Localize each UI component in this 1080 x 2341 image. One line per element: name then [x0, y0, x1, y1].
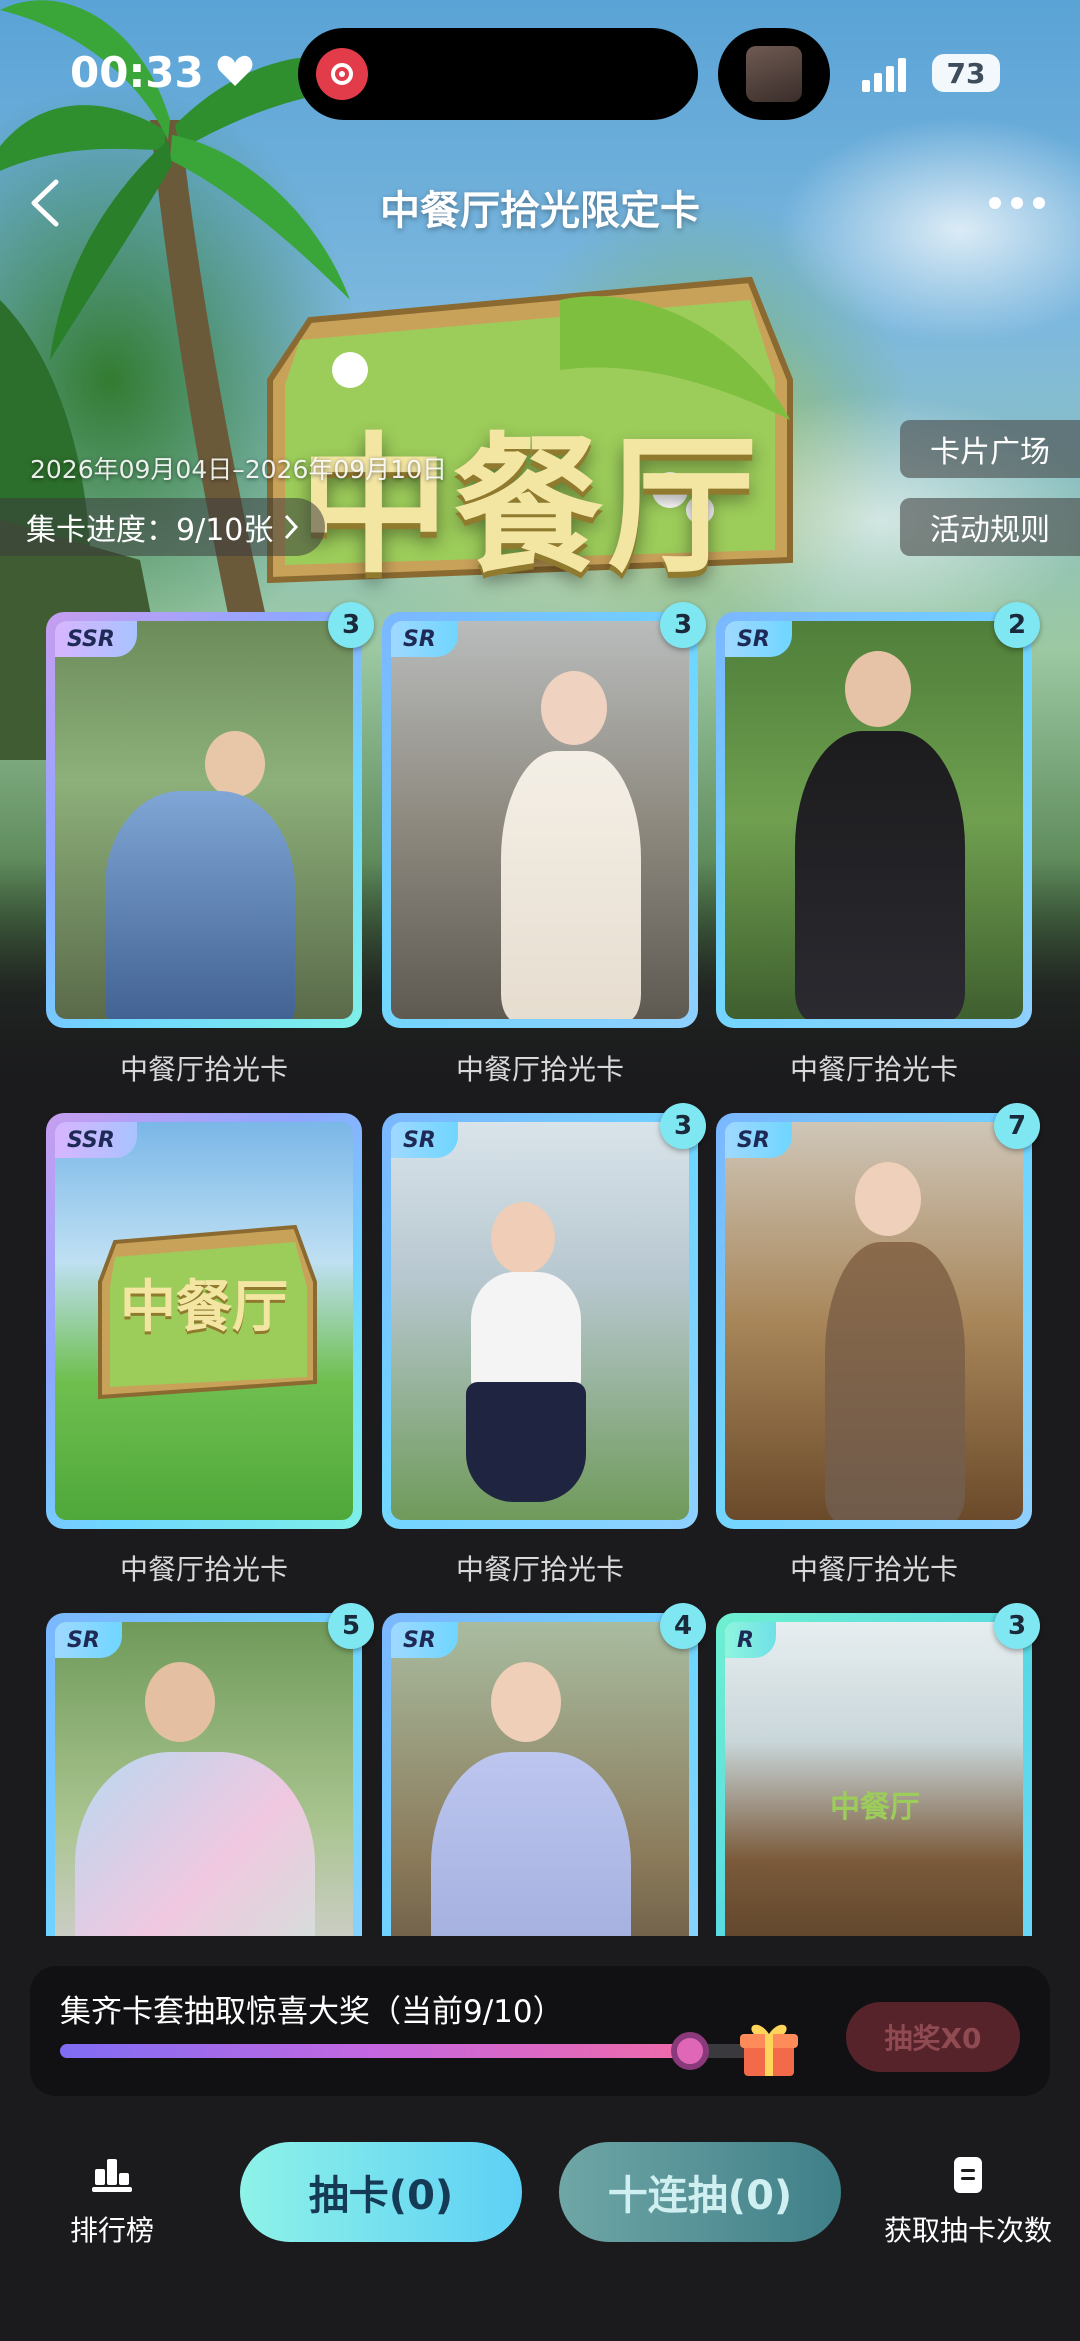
person-head: [205, 731, 265, 797]
card-8-art: SR: [391, 1622, 689, 1936]
leaderboard-label: 排行榜: [70, 2214, 155, 2247]
card-name: 中餐厅拾光卡: [119, 1053, 288, 1086]
rarity-tag: SR: [391, 1122, 458, 1158]
rarity-tag: SSR: [55, 621, 137, 657]
card-count-badge: 2: [994, 602, 1040, 648]
draw-card-button[interactable]: 抽卡(0): [240, 2142, 522, 2242]
card-4[interactable]: 中餐厅 SSR: [46, 1113, 362, 1529]
card-2-art: SR: [391, 621, 689, 1019]
leaderboard-icon: [92, 2159, 132, 2192]
rarity-tag: SR: [725, 1122, 792, 1158]
card-square-button[interactable]: 卡片广场: [900, 420, 1080, 478]
prize-progress-knob: [671, 2032, 709, 2070]
card-name: 中餐厅拾光卡: [119, 1553, 288, 1586]
gift-icon: [740, 2024, 798, 2076]
signal-icon: [862, 58, 906, 92]
rarity-tag: SR: [55, 1622, 122, 1658]
card-name: 中餐厅拾光卡: [455, 1053, 624, 1086]
rarity-tag: SSR: [55, 1122, 137, 1158]
card-9[interactable]: 中餐厅 R: [716, 1613, 1032, 1936]
hero-logo-text: 中餐厅: [298, 418, 761, 594]
card-6-art: SR: [725, 1122, 1023, 1520]
person-body: [795, 731, 965, 1019]
prize-progress-track: [60, 2032, 760, 2070]
card-count-badge: 5: [328, 1603, 374, 1649]
card-7[interactable]: SR: [46, 1613, 362, 1936]
rarity-tag: SR: [391, 1622, 458, 1658]
collection-progress-button[interactable]: 集卡进度：9/10张: [0, 498, 326, 556]
person-body: [75, 1752, 315, 1936]
rules-button[interactable]: 活动规则: [900, 498, 1080, 556]
rarity-tag: SR: [391, 621, 458, 657]
card-count-badge: 3: [660, 602, 706, 648]
logo-text: 中餐厅: [120, 1274, 288, 1340]
collection-progress-label: 集卡进度：9/10张: [26, 513, 274, 548]
prize-description: 集齐卡套抽取惊喜大奖（当前9/10）: [60, 1994, 564, 2030]
card-1-art: SSR: [55, 621, 353, 1019]
person-head: [541, 671, 607, 745]
card-count-badge: 7: [994, 1103, 1040, 1149]
card-5[interactable]: SR: [382, 1113, 698, 1529]
person-head: [145, 1662, 215, 1742]
person-skirt: [466, 1382, 586, 1502]
card-6[interactable]: SR: [716, 1113, 1032, 1529]
get-draws-nav[interactable]: 获取抽卡次数: [884, 2155, 1052, 2249]
card-name: 中餐厅拾光卡: [789, 1553, 958, 1586]
person-body: [825, 1242, 965, 1520]
card-2[interactable]: SR: [382, 612, 698, 1028]
card-1[interactable]: SSR: [46, 612, 362, 1028]
ten-draw-button[interactable]: 十连抽(0): [559, 2142, 841, 2242]
card-row-3: SR 5 SR 4 中餐厅 R 3: [0, 1600, 1080, 1936]
person-body: [471, 1272, 581, 1392]
card-name: 中餐厅拾光卡: [455, 1553, 624, 1586]
card-count-badge: 3: [660, 1103, 706, 1149]
card-3[interactable]: SR: [716, 612, 1032, 1028]
ticket-icon: [954, 2157, 982, 2193]
card-4-art: 中餐厅 SSR: [55, 1122, 353, 1520]
person-body: [431, 1752, 631, 1936]
card-9-art: 中餐厅 R: [725, 1622, 1023, 1936]
card-count-badge: 3: [994, 1603, 1040, 1649]
music-app-icon[interactable]: [316, 48, 368, 100]
event-date-range: 2026年09月04日–2026年09月10日: [30, 455, 447, 484]
person-head: [491, 1662, 561, 1742]
card-3-art: SR: [725, 621, 1023, 1019]
person-head: [491, 1202, 555, 1274]
person-body: [105, 791, 295, 1019]
heart-icon: [217, 55, 253, 86]
status-time: 00:33: [70, 48, 204, 97]
person-body: [501, 751, 641, 1019]
person-head: [855, 1162, 921, 1236]
card-7-art: SR: [55, 1622, 353, 1936]
card-5-art: SR: [391, 1122, 689, 1520]
media-thumbnail: [746, 46, 802, 102]
restaurant-sign-text: 中餐厅: [830, 1790, 920, 1825]
rarity-tag: SR: [725, 621, 792, 657]
leaderboard-nav[interactable]: 排行榜: [70, 2155, 154, 2249]
rarity-tag: R: [725, 1622, 776, 1658]
card-name: 中餐厅拾光卡: [789, 1053, 958, 1086]
page-title: 中餐厅拾光限定卡: [380, 188, 700, 234]
card-count-badge: 3: [328, 602, 374, 648]
person-head: [845, 651, 911, 727]
chevron-right-icon: [285, 514, 299, 540]
prize-progress-fill: [60, 2044, 690, 2058]
more-icon[interactable]: [988, 196, 1046, 210]
card-8[interactable]: SR: [382, 1613, 698, 1936]
lottery-draw-button[interactable]: 抽奖X0: [846, 2002, 1020, 2072]
battery-indicator: 73: [932, 54, 1000, 92]
get-draws-label: 获取抽卡次数: [884, 2214, 1053, 2247]
card-count-badge: 4: [660, 1603, 706, 1649]
